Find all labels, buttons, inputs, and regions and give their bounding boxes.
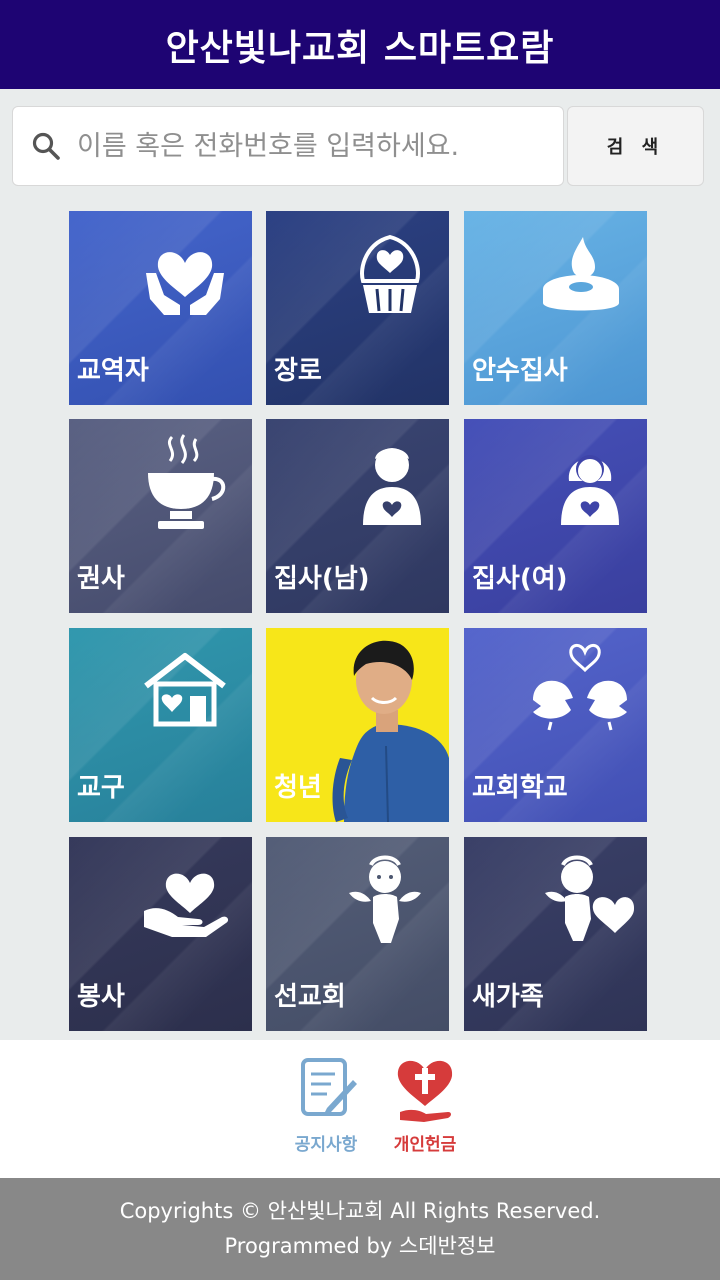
tile-label: 교회학교 [472, 773, 568, 803]
copyright-text: Copyrights © 안산빛나교회 All Rights Reserved. [119, 1199, 601, 1223]
tile-label: 집사(여) [472, 564, 568, 594]
app-header: 안산빛나교회 스마트요람 [0, 0, 720, 89]
tile-label: 집사(남) [274, 564, 370, 594]
category-grid: 교역자 장로 안수집사 권사 집사(남) 집사(여) 교구 청년 교회학교 봉사… [69, 211, 647, 1031]
tile-label: 선교회 [274, 982, 346, 1012]
tile-district[interactable]: 교구 [69, 628, 252, 822]
tile-church-school[interactable]: 교회학교 [464, 628, 647, 822]
heart-hands-icon [146, 252, 224, 315]
search-icon [32, 132, 60, 160]
tile-label: 새가족 [472, 982, 544, 1012]
tile-label: 안수집사 [472, 356, 568, 386]
love-birds-icon [533, 644, 627, 731]
tile-deacons-male[interactable]: 집사(남) [266, 419, 449, 613]
search-field[interactable] [12, 106, 564, 186]
tile-pastors[interactable]: 교역자 [69, 211, 252, 405]
notice-button[interactable]: 공지사항 [281, 1054, 371, 1155]
offering-heart-cross-icon [397, 1060, 453, 1122]
bottom-nav: 공지사항 개인헌금 [0, 1040, 720, 1178]
tile-deacons-female[interactable]: 집사(여) [464, 419, 647, 613]
notice-clipboard-icon [301, 1058, 357, 1116]
tile-label: 청년 [274, 773, 322, 803]
tile-youth[interactable]: 청년 [266, 628, 449, 822]
tile-label: 교구 [77, 773, 125, 803]
app-title: 안산빛나교회 스마트요람 [165, 27, 555, 69]
tile-elders[interactable]: 장로 [266, 211, 449, 405]
tile-label: 장로 [274, 356, 322, 386]
tile-label: 교역자 [77, 356, 149, 386]
tile-mission[interactable]: 선교회 [266, 837, 449, 1031]
tile-new-family[interactable]: 새가족 [464, 837, 647, 1031]
tile-service[interactable]: 봉사 [69, 837, 252, 1031]
cupcake-heart-icon [360, 234, 420, 313]
cupid-icon [349, 855, 421, 943]
offering-label: 개인헌금 [393, 1135, 457, 1155]
footer: Copyrights © 안산빛나교회 All Rights Reserved.… [0, 1178, 720, 1280]
offering-button[interactable]: 개인헌금 [380, 1054, 470, 1155]
search-button[interactable]: 검 색 [567, 106, 704, 186]
notice-label: 공지사항 [294, 1135, 358, 1155]
search-bar: 검 색 [12, 106, 704, 188]
programmed-by-text: Programmed by 스데반정보 [224, 1234, 496, 1258]
tile-label: 봉사 [77, 982, 125, 1012]
tile-label: 권사 [77, 564, 125, 594]
heart-hand-icon [144, 873, 229, 937]
man-heart-icon [363, 448, 421, 525]
tile-kwonsa[interactable]: 권사 [69, 419, 252, 613]
woman-heart-icon [561, 455, 619, 525]
search-input[interactable] [75, 129, 539, 163]
house-heart-icon [144, 653, 226, 727]
candle-icon [543, 237, 619, 311]
cupid-heart-icon [545, 855, 635, 941]
coffee-cup-icon [148, 434, 226, 529]
tile-ordained-deacons[interactable]: 안수집사 [464, 211, 647, 405]
